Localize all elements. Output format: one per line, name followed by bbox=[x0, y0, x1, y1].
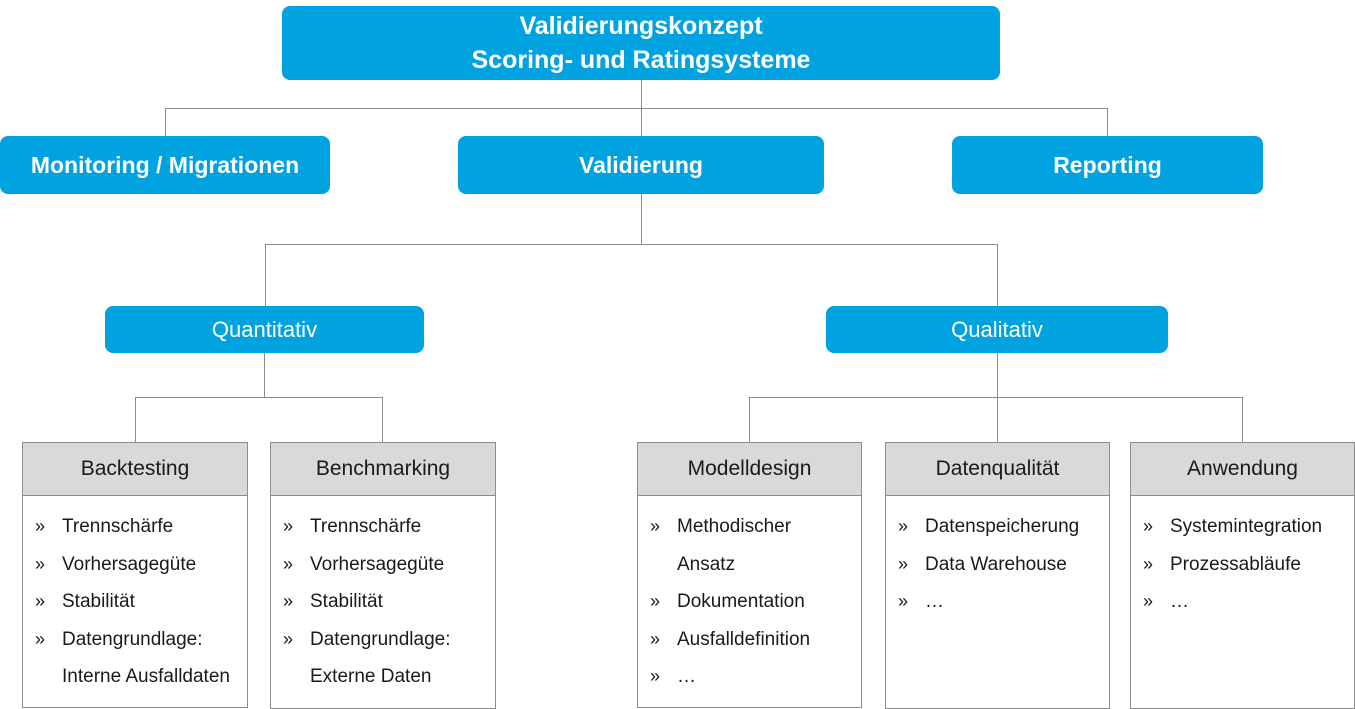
bullet-icon: » bbox=[650, 516, 661, 536]
node-qualitativ-label: Qualitativ bbox=[951, 316, 1043, 342]
card-backtesting: Backtesting » Trennschärfe » Vorhersagegüt… bbox=[22, 442, 248, 708]
node-monitoring: Monitoring / Migrationen bbox=[0, 136, 330, 194]
bullet-icon: » bbox=[283, 516, 294, 536]
list-item: » Vorhersagegüte bbox=[283, 546, 495, 584]
list-item: » Datenspeicherung bbox=[898, 508, 1109, 546]
connector bbox=[997, 352, 998, 398]
list-item: » Trennschärfe bbox=[283, 508, 495, 546]
card-title: Benchmarking bbox=[271, 443, 495, 496]
card-title: Modelldesign bbox=[638, 443, 861, 496]
connector bbox=[382, 397, 383, 442]
bullet-icon: » bbox=[283, 553, 294, 574]
bullet-icon: » bbox=[35, 516, 46, 536]
bullet-icon: » bbox=[1143, 516, 1154, 536]
list-item: » Datengrundlage: Externe Daten bbox=[283, 621, 495, 696]
connector bbox=[265, 244, 998, 245]
root-node: Validierungskonzept Scoring- und Ratings… bbox=[282, 6, 1000, 80]
connector bbox=[1242, 397, 1243, 442]
card-title: Anwendung bbox=[1131, 443, 1354, 496]
card-modelldesign: Modelldesign » Methodischer Ansatz » Dokum… bbox=[637, 442, 862, 708]
connector bbox=[997, 397, 998, 442]
connector bbox=[1107, 108, 1108, 136]
node-qualitativ: Qualitativ bbox=[826, 306, 1168, 353]
list-item: » Vorhersagegüte bbox=[35, 546, 247, 584]
list-item: » Data Warehouse bbox=[898, 546, 1109, 584]
node-reporting: Reporting bbox=[952, 136, 1263, 194]
connector bbox=[165, 108, 1108, 109]
list-item: » Systemintegration bbox=[1143, 508, 1354, 546]
card-items: » Trennschärfe » Vorhersagegüte » Stabilitä… bbox=[23, 496, 247, 696]
bullet-icon: » bbox=[35, 553, 46, 574]
list-item: »… bbox=[1143, 583, 1354, 621]
connector bbox=[135, 397, 383, 398]
bullet-icon: » bbox=[650, 591, 661, 611]
list-item: » Stabilität bbox=[283, 583, 495, 621]
node-validierung-label: Validierung bbox=[579, 151, 703, 178]
list-item: » Trennschärfe bbox=[35, 508, 247, 546]
bullet-icon: » bbox=[650, 628, 661, 649]
bullet-icon: » bbox=[1143, 553, 1154, 574]
list-item: » Datengrundlage: Interne Ausfalldaten bbox=[35, 621, 247, 696]
node-quantitativ: Quantitativ bbox=[105, 306, 424, 353]
list-item: » Dokumentation bbox=[650, 583, 861, 621]
card-datenqualitaet: Datenqualität » Datenspeicherung » Data Wa… bbox=[885, 442, 1110, 709]
connector bbox=[135, 397, 136, 442]
connector bbox=[264, 352, 265, 398]
bullet-icon: » bbox=[35, 591, 46, 611]
node-quantitativ-label: Quantitativ bbox=[211, 316, 318, 342]
connector bbox=[749, 397, 1243, 398]
card-benchmarking: Benchmarking » Trennschärfe » Vorhersagegü… bbox=[270, 442, 496, 709]
card-title: Backtesting bbox=[23, 443, 247, 496]
connector bbox=[641, 108, 642, 136]
node-reporting-label: Reporting bbox=[1053, 151, 1162, 178]
bullet-icon: » bbox=[898, 591, 909, 611]
connector bbox=[749, 397, 750, 442]
bullet-icon: » bbox=[898, 553, 909, 574]
list-item: » Prozessabläufe bbox=[1143, 546, 1354, 584]
root-title-line1: Validierungskonzept bbox=[519, 12, 763, 40]
card-items: » Methodischer Ansatz » Dokumentation » Aus… bbox=[638, 496, 861, 696]
card-items: » Datenspeicherung » Data Warehouse »… bbox=[886, 496, 1109, 621]
bullet-icon: » bbox=[1143, 591, 1154, 611]
root-title-line2: Scoring- und Ratingsysteme bbox=[471, 46, 811, 74]
bullet-icon: » bbox=[898, 516, 909, 536]
card-anwendung: Anwendung » Systemintegration » Prozessabl… bbox=[1130, 442, 1355, 709]
list-item: »… bbox=[650, 658, 861, 696]
list-item: » Methodischer Ansatz bbox=[650, 508, 807, 583]
bullet-icon: » bbox=[283, 628, 294, 649]
card-title: Datenqualität bbox=[886, 443, 1109, 496]
bullet-icon: » bbox=[283, 591, 294, 611]
list-item: » Ausfalldefinition bbox=[650, 621, 861, 659]
card-items: » Trennschärfe » Vorhersagegüte » Stabilitä… bbox=[271, 496, 495, 696]
connector bbox=[997, 244, 998, 306]
card-items: » Systemintegration » Prozessabläufe »… bbox=[1131, 496, 1354, 621]
connector bbox=[165, 108, 166, 136]
node-validierung: Validierung bbox=[458, 136, 824, 194]
node-monitoring-label: Monitoring / Migrationen bbox=[30, 151, 300, 178]
connector bbox=[641, 193, 642, 245]
bullet-icon: » bbox=[35, 628, 46, 649]
list-item: »… bbox=[898, 583, 1109, 621]
connector bbox=[265, 244, 266, 306]
list-item: » Stabilität bbox=[35, 583, 247, 621]
connector bbox=[641, 80, 642, 108]
bullet-icon: » bbox=[650, 666, 661, 686]
